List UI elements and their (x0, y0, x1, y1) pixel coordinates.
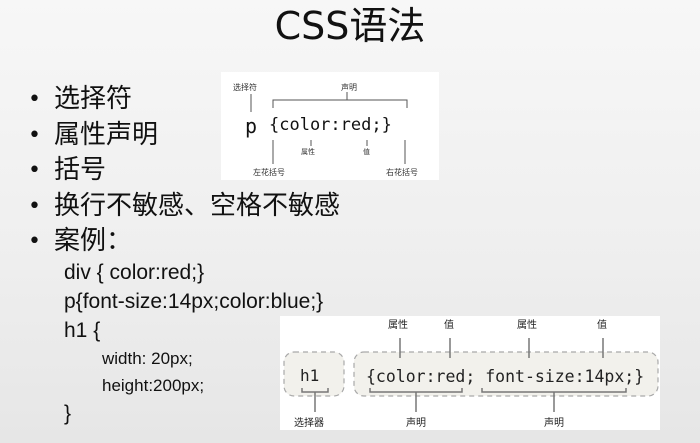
right-brace-label: 右花括号 (386, 167, 418, 177)
declarations-text: {color:red; font-size:14px;} (366, 367, 644, 386)
bullet-text: 属性声明 (54, 119, 159, 150)
bullet-item: • 案例： (26, 224, 340, 260)
syntax-diagram-2: h1 {color:red; font-size:14px;} 属性 值 属性 … (280, 316, 660, 430)
bullet-text: 选择符 (54, 84, 133, 114)
declaration-label: 声明 (341, 82, 357, 92)
selector-text: h1 (300, 366, 319, 385)
syntax-diagram-1-svg: 选择符 声明 p {color:red;} 属性 值 左花括号 右花括号 (233, 82, 418, 177)
code-line: div { color:red;} (64, 261, 205, 284)
declaration-label-1: 声明 (406, 416, 426, 429)
bullet-item: • 换行不敏感、空格不敏感 (26, 189, 340, 225)
property-label: 属性 (301, 147, 315, 156)
value-label-2: 值 (597, 318, 607, 331)
bullet-dot-icon: • (28, 87, 41, 112)
slide-title: CSS语法 (274, 4, 426, 48)
bullet-dot-icon: • (28, 229, 41, 254)
property-label-1: 属性 (388, 318, 408, 331)
selector-label: 选择符 (233, 82, 257, 92)
bullet-text: 换行不敏感、空格不敏感 (54, 190, 341, 221)
bullet-dot-icon: • (28, 122, 41, 148)
property-label-2: 属性 (517, 318, 537, 331)
selector-label: 选择器 (294, 416, 324, 429)
syntax-diagram-1: 选择符 声明 p {color:red;} 属性 值 左花括号 右花括号 (221, 72, 439, 180)
value-label: 值 (363, 147, 370, 156)
value-label-1: 值 (444, 318, 454, 331)
bullet-text: 案例： (54, 226, 133, 256)
syntax-diagram-2-svg: h1 {color:red; font-size:14px;} 属性 值 属性 … (283, 318, 659, 429)
bullet-dot-icon: • (28, 158, 41, 183)
left-brace-label: 左花括号 (253, 167, 285, 177)
bullet-dot-icon: • (28, 193, 41, 219)
declaration-label-2: 声明 (544, 416, 564, 429)
rule-code-text: {color:red;} (269, 115, 392, 135)
bullet-text: 括号 (54, 155, 107, 185)
selector-text: p (245, 114, 257, 138)
code-line: p{font-size:14px;color:blue;} (64, 290, 324, 313)
